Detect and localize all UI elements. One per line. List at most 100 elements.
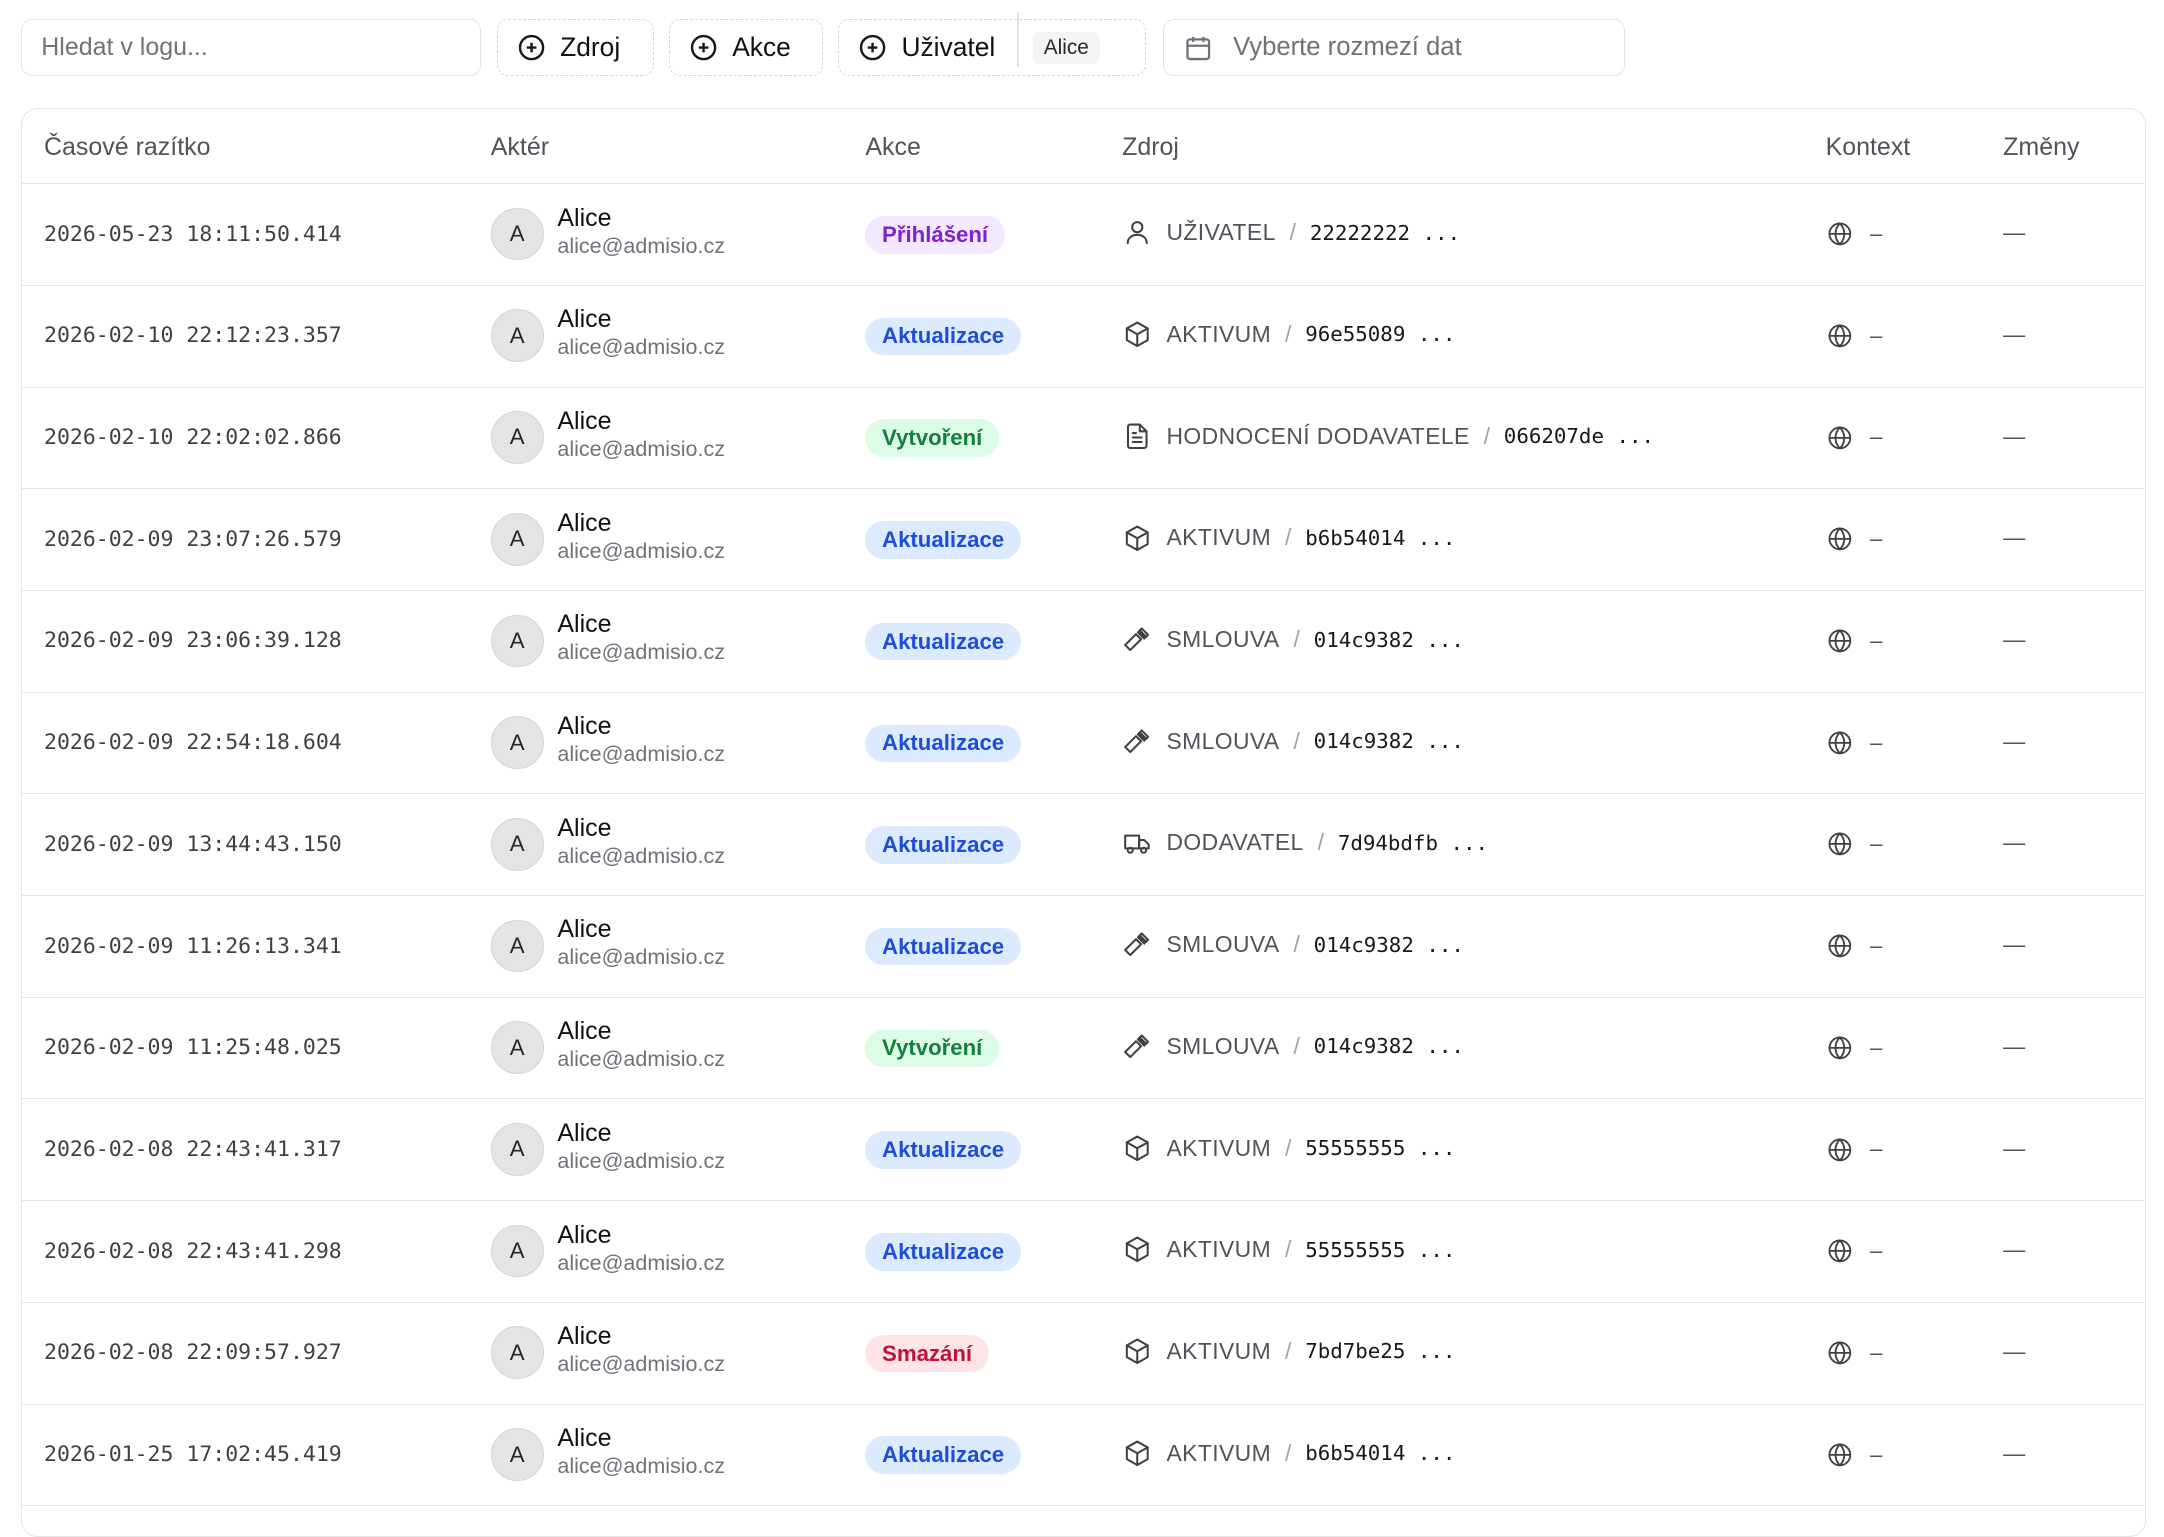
context-cell: –	[1826, 322, 1882, 350]
resource-type: SMLOUVA	[1166, 626, 1280, 652]
table-row[interactable]: 2026-05-23 18:11:50.414 A Alice alice@admis…	[21, 184, 2146, 286]
actor-cell: Alice alice@admisio.cz	[557, 1221, 725, 1277]
search-input[interactable]: Hledat v logu...	[20, 19, 482, 77]
changes-cell: —	[2003, 830, 2026, 856]
avatar: A	[490, 1224, 544, 1278]
actor-cell: Alice alice@admisio.cz	[557, 305, 725, 361]
resource-id[interactable]: 014c9382 ...	[1314, 729, 1464, 753]
context-cell: –	[1826, 424, 1882, 452]
actor-email: alice@admisio.cz	[557, 1250, 725, 1275]
actor-email: alice@admisio.cz	[557, 742, 725, 767]
gavel-icon	[1124, 627, 1150, 652]
actor-name: Alice	[557, 508, 612, 537]
table-row[interactable]: 2026-02-09 22:54:18.604 A Alice alice@admis…	[21, 693, 2146, 795]
filter-user-button[interactable]: Uživatel Alice	[838, 11, 1147, 77]
timestamp-cell: 2026-01-25 17:02:45.419	[44, 1442, 342, 1468]
table-row[interactable]: 2026-02-08 22:09:57.927 A Alice alice@admis…	[21, 1303, 2146, 1405]
actor-name: Alice	[557, 915, 612, 944]
action-badge: Vytvoření	[865, 1029, 999, 1068]
resource-id[interactable]: 014c9382 ...	[1314, 1034, 1464, 1058]
timestamp-cell: 2026-02-10 22:12:23.357	[44, 323, 342, 349]
resource-separator: /	[1284, 1439, 1292, 1466]
context-value: –	[1869, 729, 1883, 755]
actor-name: Alice	[557, 406, 612, 435]
action-badge: Vytvoření	[865, 419, 999, 457]
action-badge: Přihlášení	[865, 216, 1005, 254]
timestamp-cell: 2026-02-09 13:44:43.150	[44, 831, 342, 857]
avatar: A	[490, 614, 544, 668]
filter-action-button[interactable]: Akce	[668, 19, 823, 77]
table-row[interactable]: 2026-02-10 22:02:02.866 A Alice alice@admis…	[21, 388, 2146, 490]
column-header-action[interactable]: Akce	[865, 133, 921, 162]
context-cell: –	[1826, 1136, 1882, 1164]
changes-cell: —	[2003, 423, 2026, 449]
actor-email: alice@admisio.cz	[557, 538, 725, 563]
resource-id[interactable]: 22222222 ...	[1310, 221, 1460, 245]
resource-id[interactable]: 55555555 ...	[1305, 1238, 1455, 1262]
timestamp-cell: 2026-02-09 11:26:13.341	[44, 933, 342, 959]
resource-separator: /	[1293, 626, 1300, 652]
resource-id[interactable]: 014c9382 ...	[1314, 933, 1464, 957]
changes-cell: —	[2003, 627, 2026, 653]
actor-cell: Alice alice@admisio.cz	[557, 1424, 725, 1480]
timestamp-cell: 2026-02-09 23:06:39.128	[44, 628, 342, 654]
avatar: A	[490, 309, 544, 363]
avatar: A	[490, 1428, 544, 1481]
table-row[interactable]: 2026-02-08 22:43:41.317 A Alice alice@admis…	[21, 1099, 2146, 1202]
table-row[interactable]: 2026-02-08 22:43:41.298 A Alice alice@admis…	[21, 1201, 2146, 1303]
resource-id[interactable]: 7bd7be25 ...	[1305, 1339, 1455, 1363]
actor-name: Alice	[557, 1118, 612, 1147]
column-header-source[interactable]: Zdroj	[1122, 133, 1179, 162]
plus-circle-icon	[518, 35, 545, 61]
filter-source-button[interactable]: Zdroj	[496, 19, 654, 77]
table-row[interactable]: 2026-02-09 11:26:13.341 A Alice alice@admis…	[21, 896, 2146, 998]
resource-id[interactable]: 7d94bdfb ...	[1338, 831, 1488, 855]
table-row[interactable]: 2026-02-09 23:06:39.128 A Alice alice@admis…	[21, 591, 2146, 693]
table-row[interactable]: 2026-02-09 23:07:26.579 A Alice alice@admis…	[21, 489, 2146, 591]
column-header-changes[interactable]: Změny	[2003, 133, 2079, 162]
globe-icon	[1828, 1035, 1851, 1060]
actor-email: alice@admisio.cz	[557, 1047, 725, 1072]
resource-type: SMLOUVA	[1166, 1032, 1280, 1059]
resource-id[interactable]: 55555555 ...	[1305, 1136, 1455, 1160]
date-range-picker[interactable]: Vyberte rozmezí dat	[1162, 19, 1625, 77]
actor-email: alice@admisio.cz	[557, 1148, 725, 1173]
box-icon	[1125, 525, 1149, 551]
column-header-actor[interactable]: Aktér	[491, 133, 549, 162]
context-value: –	[1869, 1441, 1883, 1467]
globe-icon	[1828, 1137, 1851, 1162]
context-cell: –	[1826, 627, 1882, 655]
context-cell: –	[1826, 525, 1883, 553]
filter-user-chip: Alice	[1032, 31, 1100, 65]
actor-cell: Alice alice@admisio.cz	[557, 814, 725, 870]
resource-id[interactable]: 014c9382 ...	[1314, 628, 1464, 652]
resource-id[interactable]: b6b54014 ...	[1305, 526, 1455, 550]
resource-id[interactable]: 066207de ...	[1504, 424, 1654, 448]
actor-cell: Alice alice@admisio.cz	[557, 712, 725, 768]
table-row[interactable]: 2026-02-09 13:44:43.150 A Alice alice@admis…	[21, 794, 2146, 897]
avatar: A	[490, 207, 544, 261]
resource-separator: /	[1293, 931, 1300, 958]
resource-separator: /	[1284, 1337, 1292, 1364]
table-row[interactable]: 2026-01-25 17:02:45.419 A Alice alice@admis…	[21, 1405, 2146, 1507]
context-value: –	[1869, 526, 1883, 552]
actor-cell: Alice alice@admisio.cz	[557, 407, 725, 463]
context-cell: –	[1826, 1237, 1882, 1265]
actor-name: Alice	[557, 610, 612, 639]
actor-email: alice@admisio.cz	[557, 640, 725, 665]
table-row[interactable]: 2026-02-10 22:12:23.357 A Alice alice@admis…	[21, 286, 2146, 388]
table-row[interactable]: 2026-02-09 11:25:48.025 A Alice alice@admis…	[21, 998, 2146, 1100]
filter-user-label: Uživatel	[901, 32, 996, 63]
resource-id[interactable]: b6b54014 ...	[1305, 1441, 1455, 1465]
avatar: A	[490, 919, 544, 973]
actor-cell: Alice alice@admisio.cz	[557, 204, 725, 260]
plus-circle-icon	[860, 35, 886, 61]
resource-separator: /	[1317, 829, 1324, 856]
timestamp-cell: 2026-02-08 22:09:57.927	[44, 1340, 342, 1366]
column-header-timestamp[interactable]: Časové razítko	[44, 133, 211, 162]
resource-type: DODAVATEL	[1166, 829, 1304, 856]
column-header-context[interactable]: Kontext	[1826, 133, 1911, 162]
resource-separator: /	[1284, 320, 1292, 347]
resource-id[interactable]: 96e55089 ...	[1305, 322, 1455, 346]
resource-cell: AKTIVUM / 55555555 ...	[1122, 1234, 1455, 1265]
